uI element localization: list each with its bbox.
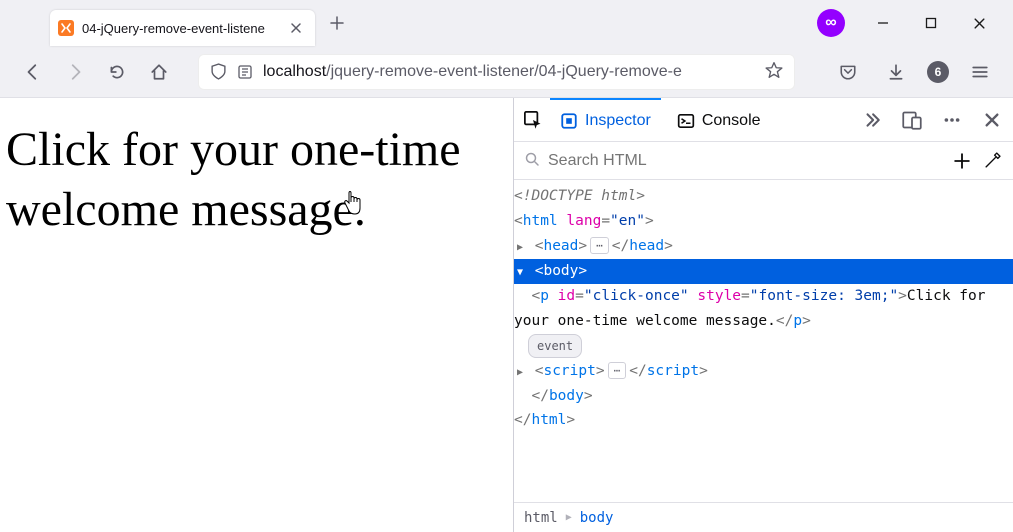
p-node[interactable]: <p id="click-once" style="font-size: 3em… <box>514 284 1013 334</box>
tab-count-value: 6 <box>935 65 942 79</box>
event-badge[interactable]: event <box>528 334 582 359</box>
app-menu-icon[interactable] <box>963 55 997 89</box>
html-close-tag[interactable]: </html> <box>514 408 1013 433</box>
tab-count-badge[interactable]: 6 <box>927 61 949 83</box>
ellipsis-icon[interactable]: ⋯ <box>590 237 609 254</box>
xampp-favicon <box>58 20 74 36</box>
devtools-panel: Inspector Console <!DOCTYPE html> <html … <box>513 98 1013 532</box>
element-picker-icon[interactable] <box>522 109 544 131</box>
home-button[interactable] <box>142 55 176 89</box>
expand-script-icon[interactable]: ▶ <box>514 364 526 381</box>
navigation-toolbar: localhost/jquery-remove-event-listener/0… <box>0 46 1013 98</box>
permissions-icon[interactable] <box>237 64 253 80</box>
pocket-icon[interactable] <box>831 55 865 89</box>
web-page: Click for your one-time welcome message. <box>0 98 513 532</box>
kebab-menu-icon[interactable] <box>941 109 963 131</box>
collapse-body-icon[interactable]: ▼ <box>514 264 526 281</box>
crumb-html[interactable]: html <box>524 510 558 526</box>
infinity-icon: ∞ <box>825 14 836 32</box>
eyedropper-icon[interactable] <box>981 150 1003 172</box>
ellipsis-icon[interactable]: ⋯ <box>608 362 627 379</box>
crumb-body[interactable]: body <box>580 510 614 526</box>
tab-console-label: Console <box>702 112 761 130</box>
head-node[interactable]: ▶ <head>⋯</head> <box>514 234 1013 259</box>
url-path: /jquery-remove-event-listener/04-jQuery-… <box>326 63 682 80</box>
minimize-button[interactable] <box>873 13 893 33</box>
tab-title: 04-jQuery-remove-event-listene <box>82 21 287 36</box>
breadcrumbs: html ▶ body <box>514 502 1013 532</box>
address-bar[interactable]: localhost/jquery-remove-event-listener/0… <box>198 54 795 90</box>
body-close-tag[interactable]: </body> <box>514 384 1013 409</box>
search-icon <box>524 151 540 170</box>
body-node-selected[interactable]: ▼ <body> <box>514 259 1013 284</box>
doctype-node[interactable]: <!DOCTYPE html> <box>514 188 645 204</box>
downloads-icon[interactable] <box>879 55 913 89</box>
maximize-button[interactable] <box>921 13 941 33</box>
tab-inspector[interactable]: Inspector <box>550 98 661 142</box>
new-tab-button[interactable] <box>321 7 353 39</box>
add-element-icon[interactable] <box>951 150 973 172</box>
back-button[interactable] <box>16 55 50 89</box>
tab-inspector-label: Inspector <box>585 112 651 130</box>
expand-head-icon[interactable]: ▶ <box>514 239 526 256</box>
reload-button[interactable] <box>100 55 134 89</box>
chevron-right-icon: ▶ <box>566 512 572 523</box>
window-controls <box>873 13 989 33</box>
extension-badge[interactable]: ∞ <box>817 9 845 37</box>
devtools-tabbar: Inspector Console <box>514 98 1013 142</box>
shield-icon[interactable] <box>210 63 227 80</box>
content-area: Click for your one-time welcome message.… <box>0 98 1013 532</box>
close-tab-icon[interactable] <box>287 19 305 37</box>
close-window-button[interactable] <box>969 13 989 33</box>
pointer-cursor-icon <box>342 199 362 221</box>
url-host: localhost <box>263 63 326 80</box>
click-once-paragraph[interactable]: Click for your one-time welcome message. <box>6 120 507 240</box>
markup-view[interactable]: <!DOCTYPE html> <html lang="en"> ▶ <head… <box>514 180 1013 502</box>
browser-tab[interactable]: 04-jQuery-remove-event-listene <box>50 10 315 46</box>
bookmark-star-icon[interactable] <box>765 61 783 82</box>
close-devtools-icon[interactable] <box>981 109 1003 131</box>
window-titlebar: 04-jQuery-remove-event-listene ∞ <box>0 0 1013 46</box>
tab-console[interactable]: Console <box>667 98 771 142</box>
more-tabs-icon[interactable] <box>861 109 883 131</box>
html-open-tag[interactable]: <html lang="en"> <box>514 209 1013 234</box>
forward-button[interactable] <box>58 55 92 89</box>
responsive-mode-icon[interactable] <box>901 109 923 131</box>
url-text: localhost/jquery-remove-event-listener/0… <box>263 63 755 81</box>
devtools-search-bar <box>514 142 1013 180</box>
search-html-input[interactable] <box>548 152 943 170</box>
script-node[interactable]: ▶ <script>⋯</script> <box>514 359 1013 384</box>
toolbar-right: 6 <box>831 55 997 89</box>
